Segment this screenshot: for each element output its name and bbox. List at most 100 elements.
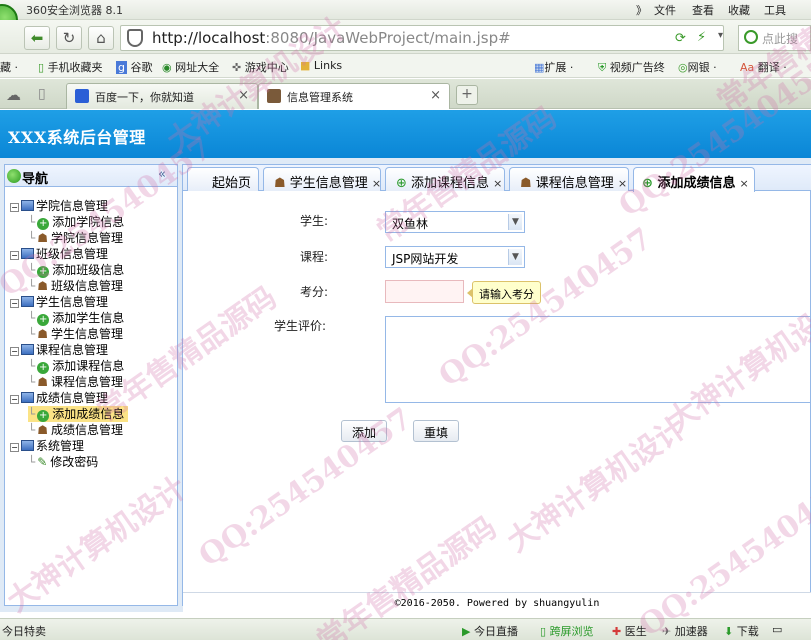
browser-tab-baidu[interactable]: 百度一下，你就知道 × bbox=[66, 83, 258, 109]
cloud-icon[interactable]: ☁ bbox=[6, 86, 21, 104]
nav-item[interactable]: └ ☗ 成绩信息管理 bbox=[28, 422, 127, 438]
tab-add-score[interactable]: ⊕ 添加成绩信息 × bbox=[633, 167, 755, 192]
expand-minus-icon[interactable]: − bbox=[10, 347, 19, 356]
nav-group-label: 系统管理 bbox=[36, 439, 85, 453]
nav-group[interactable]: − 班级信息管理 bbox=[10, 246, 108, 262]
nav-group[interactable]: − 系统管理 bbox=[10, 438, 84, 454]
nav-item[interactable]: └ + 添加学院信息 bbox=[28, 214, 128, 230]
nav-item[interactable]: └ ☗ 课程信息管理 bbox=[28, 374, 127, 390]
expand-minus-icon[interactable]: − bbox=[10, 251, 19, 260]
student-select[interactable]: 双鱼林 ▼ bbox=[385, 211, 525, 233]
nav-item[interactable]: └ ✎ 修改密码 bbox=[28, 454, 102, 470]
home-button[interactable]: ⌂ bbox=[88, 26, 114, 50]
menu-view[interactable]: 查看 bbox=[692, 2, 714, 18]
status-live[interactable]: ▶ 今日直播 bbox=[462, 623, 518, 639]
add-icon: + bbox=[37, 266, 50, 278]
close-tab-icon[interactable]: × bbox=[372, 177, 381, 190]
close-tab-icon[interactable]: × bbox=[430, 88, 441, 103]
nav-group[interactable]: − 成绩信息管理 bbox=[10, 390, 108, 406]
comment-label: 学生评价: bbox=[274, 319, 327, 333]
close-tab-icon[interactable]: × bbox=[618, 177, 627, 190]
menu-tools[interactable]: 工具 bbox=[764, 2, 786, 18]
lightning-icon[interactable]: ⚡ bbox=[697, 30, 706, 45]
app-title: XXX系统后台管理 bbox=[8, 128, 146, 147]
bank-icon: ◎ bbox=[678, 61, 688, 74]
back-button[interactable]: ⬅ bbox=[24, 26, 50, 50]
phone-sync-icon[interactable]: ▯ bbox=[38, 86, 46, 102]
address-url[interactable]: http://localhost:8080/JavaWebProject/mai… bbox=[152, 29, 511, 47]
add-button[interactable]: 添加 bbox=[341, 420, 387, 442]
course-select[interactable]: JSP网站开发 ▼ bbox=[385, 246, 525, 268]
status-doctor[interactable]: ✚ 医生 bbox=[612, 623, 647, 639]
tab-home[interactable]: 起始页 bbox=[187, 167, 259, 191]
status-tools-icon[interactable]: ▭ bbox=[772, 623, 782, 636]
menu-more[interactable]: 》 bbox=[636, 2, 647, 18]
nav-item[interactable]: └ + 添加班级信息 bbox=[28, 262, 128, 278]
reset-button[interactable]: 重填 bbox=[413, 420, 459, 442]
nav-title: 导航 bbox=[22, 172, 49, 187]
status-crossscreen[interactable]: ▯ 跨屏浏览 bbox=[540, 623, 594, 639]
tab-add-course[interactable]: ⊕ 添加课程信息 × bbox=[385, 167, 505, 191]
nav-group-label: 班级信息管理 bbox=[36, 247, 109, 261]
tree-line-icon: └ bbox=[28, 327, 36, 341]
nav-globe-icon bbox=[7, 169, 21, 183]
expand-minus-icon[interactable]: − bbox=[10, 395, 19, 404]
download-icon: ⬇ bbox=[724, 625, 734, 638]
nav-item[interactable]: └ ☗ 班级信息管理 bbox=[28, 278, 127, 294]
bookmark-games[interactable]: ✜ 游戏中心 bbox=[232, 59, 289, 75]
new-tab-button[interactable]: + bbox=[456, 85, 478, 105]
nav-item-label: 班级信息管理 bbox=[51, 279, 124, 293]
menu-favorites[interactable]: 收藏 bbox=[728, 2, 750, 18]
score-input[interactable] bbox=[385, 280, 464, 303]
bookmark-favorites[interactable]: 藏 · bbox=[0, 59, 18, 75]
speed-mode-icon[interactable]: ⟳ bbox=[675, 31, 686, 46]
dropdown-chevron-icon[interactable]: ▾ bbox=[718, 30, 723, 41]
expand-minus-icon[interactable]: − bbox=[10, 443, 19, 452]
translate-button[interactable]: Aa 翻译 · bbox=[740, 59, 787, 75]
collapse-icon[interactable]: « bbox=[158, 167, 166, 182]
monitor-icon bbox=[21, 200, 34, 211]
bookmark-mobile[interactable]: ▯ 手机收藏夹 bbox=[38, 59, 103, 75]
expand-minus-icon[interactable]: − bbox=[10, 203, 19, 212]
close-tab-icon[interactable]: × bbox=[739, 177, 748, 190]
add-icon: ⊕ bbox=[642, 176, 653, 191]
grid-icon: ▦ bbox=[534, 61, 545, 74]
gamepad-icon: ✜ bbox=[232, 61, 242, 74]
refresh-button[interactable]: ↻ bbox=[56, 26, 82, 50]
menu-file[interactable]: 文件 bbox=[654, 2, 676, 18]
status-accelerator[interactable]: ✈ 加速器 bbox=[662, 623, 708, 639]
search-input[interactable]: 点此搜 bbox=[762, 30, 798, 47]
close-tab-icon[interactable]: × bbox=[238, 88, 249, 103]
nav-group-label: 学生信息管理 bbox=[36, 295, 109, 309]
bookmark-sites[interactable]: ◉ 网址大全 bbox=[162, 59, 219, 75]
tree-line-icon: └ bbox=[28, 263, 36, 277]
nav-item[interactable]: └ + 添加学生信息 bbox=[28, 310, 128, 326]
nav-group[interactable]: − 学院信息管理 bbox=[10, 198, 108, 214]
nav-item-label: 学院信息管理 bbox=[51, 231, 124, 245]
student-label: 学生: bbox=[300, 214, 329, 228]
browser-app-title: 360安全浏览器 8.1 bbox=[26, 4, 123, 17]
translate-icon: Aa bbox=[740, 61, 755, 74]
expand-minus-icon[interactable]: − bbox=[10, 299, 19, 308]
bookmark-links[interactable]: ■ Links bbox=[300, 59, 342, 72]
tab-course-manage[interactable]: ☗ 课程信息管理 × bbox=[509, 167, 629, 191]
tree-line-icon: └ bbox=[28, 231, 36, 245]
status-download[interactable]: ⬇ 下载 bbox=[724, 623, 759, 639]
comment-textarea[interactable] bbox=[385, 316, 811, 403]
nav-item[interactable]: └ ☗ 学院信息管理 bbox=[28, 230, 127, 246]
nav-group[interactable]: − 学生信息管理 bbox=[10, 294, 108, 310]
tab-student-manage[interactable]: ☗ 学生信息管理 × bbox=[263, 167, 381, 191]
bookmark-google[interactable]: g 谷歌 bbox=[116, 59, 152, 75]
monitor-icon bbox=[21, 248, 34, 259]
nav-item[interactable]: └ ☗ 学生信息管理 bbox=[28, 326, 127, 342]
extensions-button[interactable]: ▦扩展 · bbox=[534, 59, 573, 75]
close-tab-icon[interactable]: × bbox=[493, 177, 502, 190]
browser-tab-system[interactable]: 信息管理系统 × bbox=[258, 83, 450, 109]
nav-group[interactable]: − 课程信息管理 bbox=[10, 342, 108, 358]
video-ad-button[interactable]: ⛨ 视频广告终 bbox=[598, 59, 665, 75]
status-deals[interactable]: 今日特卖 bbox=[2, 623, 46, 639]
nav-item[interactable]: └ + 添加成绩信息 bbox=[28, 406, 129, 422]
user-icon: ☗ bbox=[37, 375, 48, 389]
bank-button[interactable]: ◎网银 · bbox=[678, 59, 717, 75]
nav-item[interactable]: └ + 添加课程信息 bbox=[28, 358, 128, 374]
